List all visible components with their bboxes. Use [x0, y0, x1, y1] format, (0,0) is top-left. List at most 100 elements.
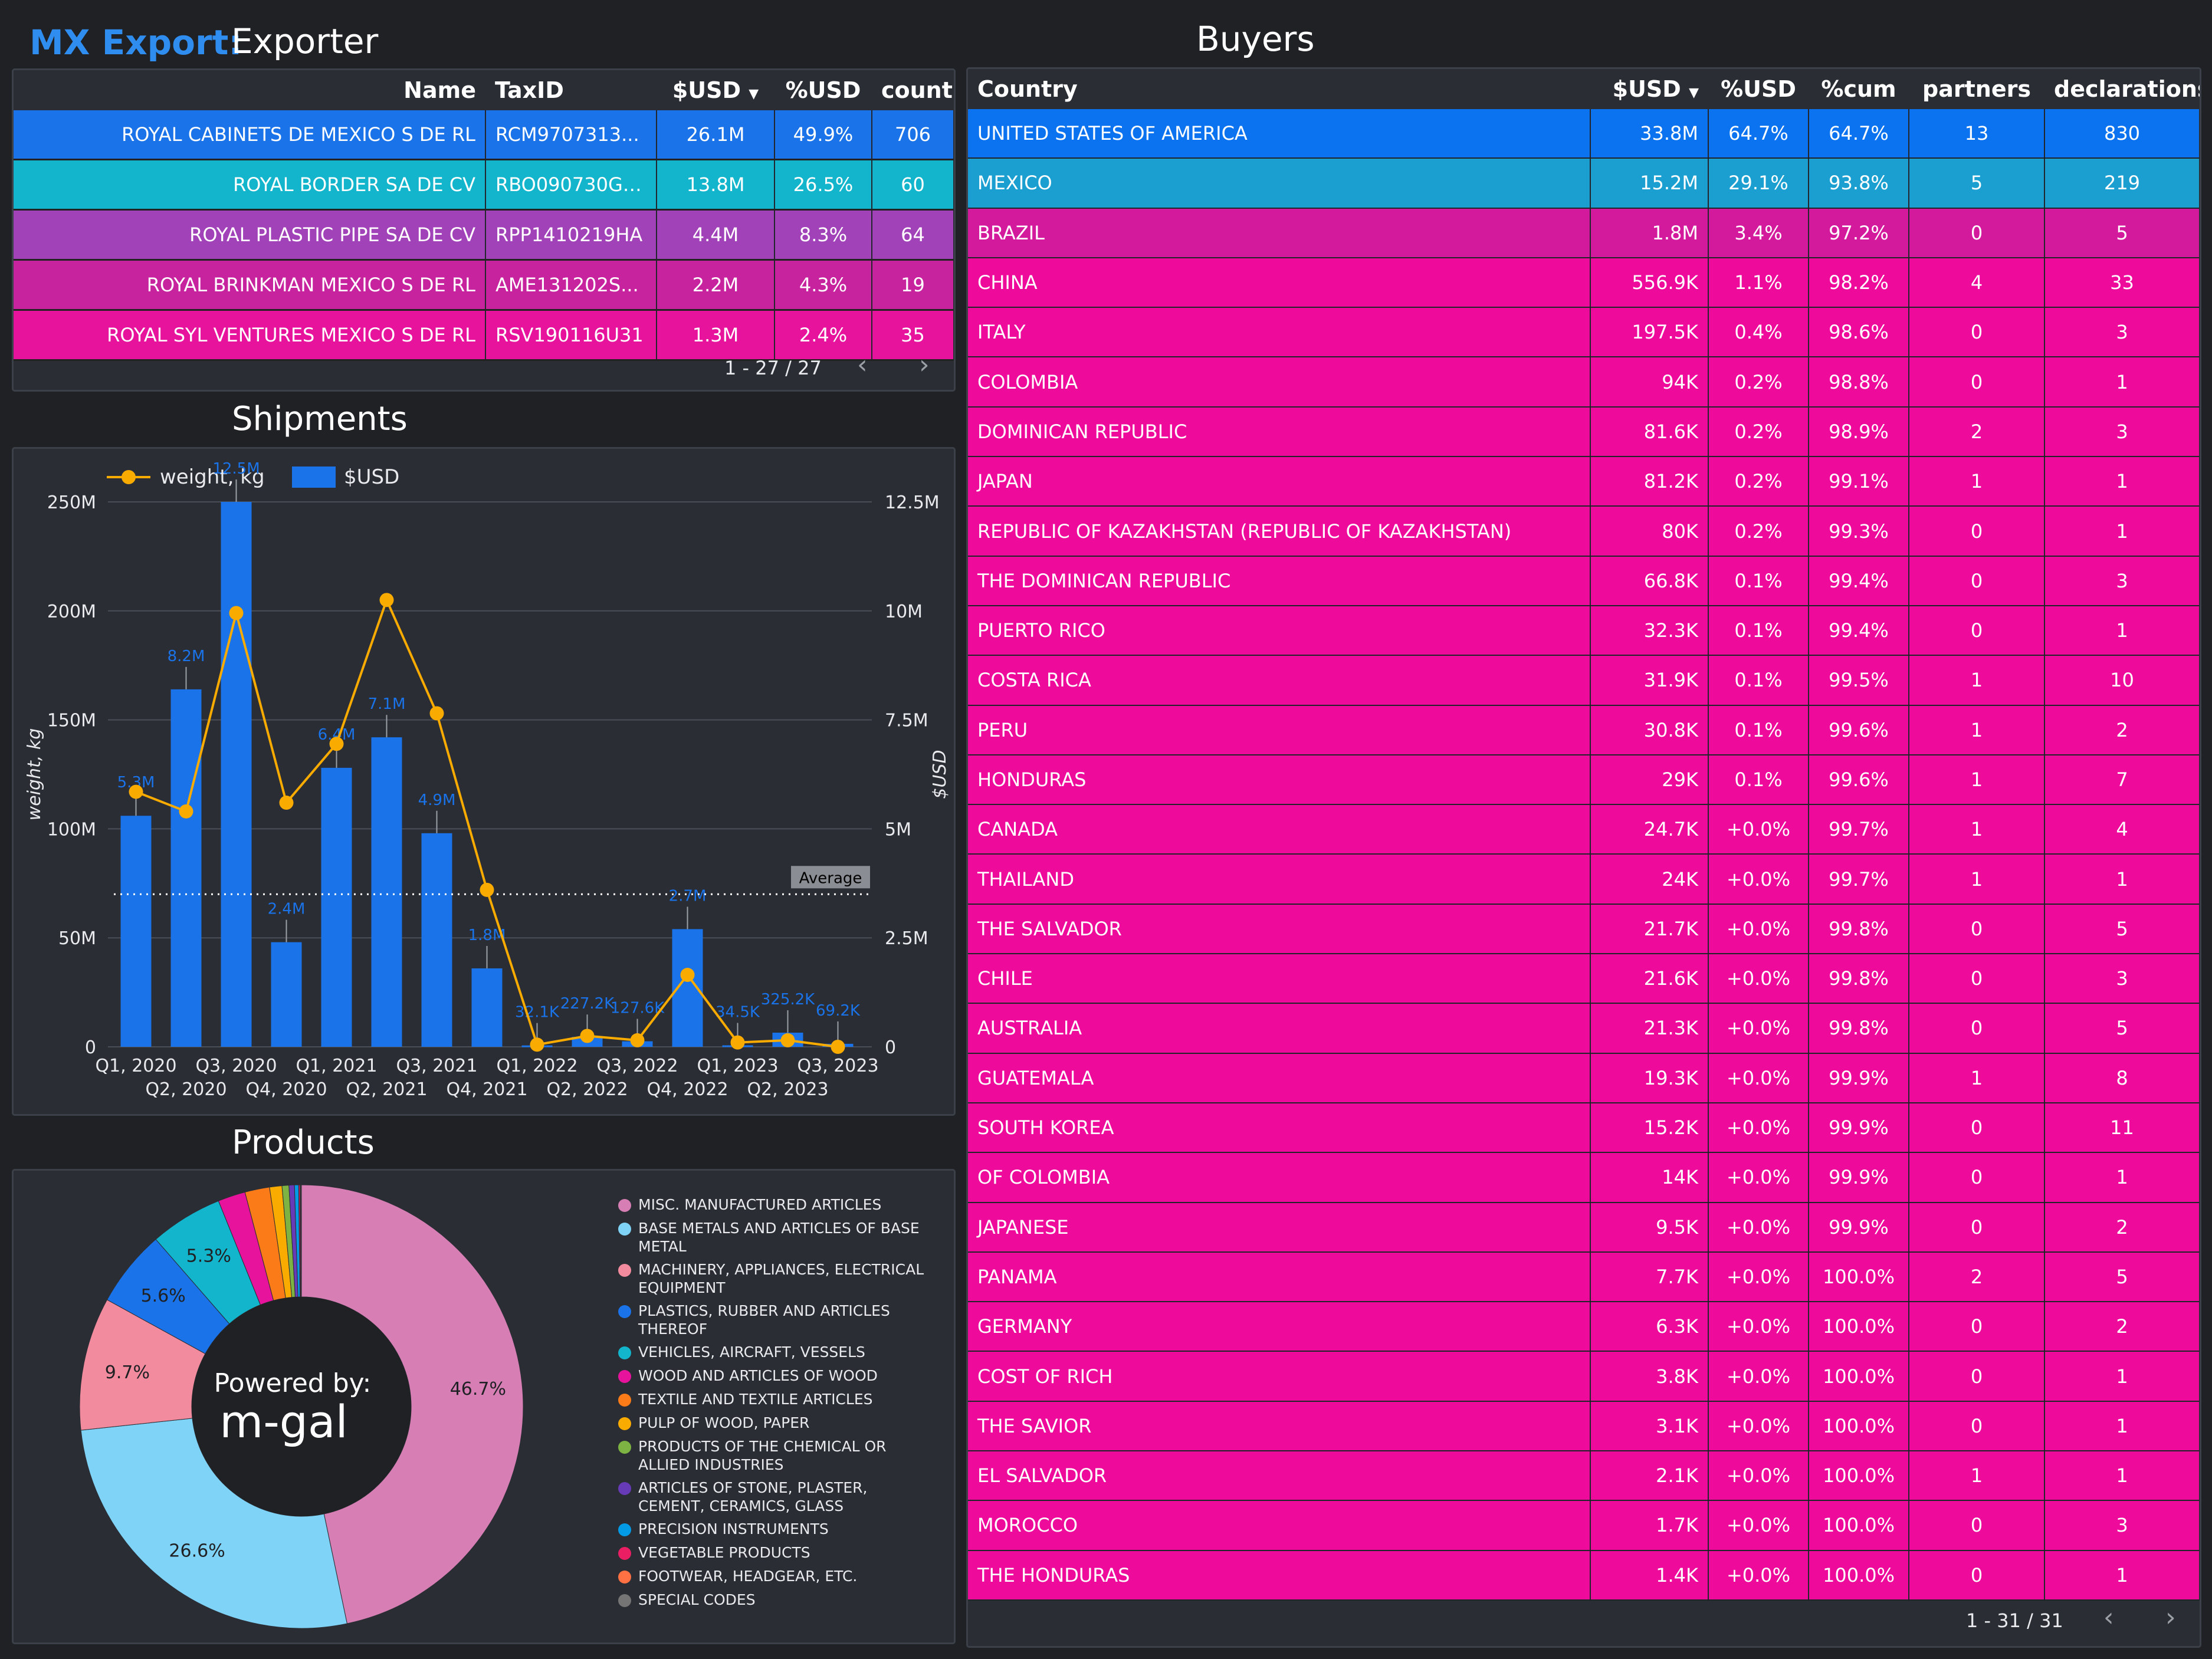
buyer-row[interactable]: OF COLOMBIA 14K +0.0% 99.9% 0 1 [968, 1152, 2200, 1203]
col-partners[interactable]: partners [1909, 69, 2044, 109]
buyer-row[interactable]: THAILAND 24K +0.0% 99.7% 1 1 [968, 854, 2200, 905]
col-buyer-usd[interactable]: $USD ▼ [1590, 69, 1708, 109]
buyer-row[interactable]: COST OF RICH 3.8K +0.0% 100.0% 0 1 [968, 1351, 2200, 1402]
buyer-declarations: 11 [2044, 1102, 2200, 1154]
col-name[interactable]: Name [14, 70, 485, 110]
buyer-partners: 1 [1909, 705, 2045, 755]
buyer-row[interactable]: ITALY 197.5K 0.4% 98.6% 0 3 [968, 307, 2200, 358]
legend-item[interactable]: VEGETABLE PRODUCTS [618, 1543, 925, 1562]
buyer-row[interactable]: COSTA RICA 31.9K 0.1% 99.5% 1 10 [968, 655, 2200, 706]
exporter-row[interactable]: ROYAL PLASTIC PIPE SA DE CV RPP1410219HA 4… [14, 209, 954, 261]
buyer-partners: 0 [1909, 1500, 2045, 1551]
buyer-row[interactable]: CANADA 24.7K +0.0% 99.7% 1 4 [968, 804, 2200, 855]
buyer-usd: 30.8K [1590, 705, 1709, 755]
legend-swatch-icon [618, 1394, 631, 1407]
buyer-country: THE DOMINICAN REPUBLIC [968, 556, 1591, 606]
buyer-row[interactable]: CHINA 556.9K 1.1% 98.2% 4 33 [968, 257, 2200, 308]
buyer-row[interactable]: MEXICO 15.2M 29.1% 93.8% 5 219 [968, 158, 2200, 209]
col-taxid[interactable]: TaxID [485, 70, 657, 110]
legend-item[interactable]: MACHINERY, APPLIANCES, ELECTRICAL EQUIPM… [618, 1260, 925, 1297]
exporter-count: 64 [872, 209, 954, 261]
buyer-row[interactable]: REPUBLIC OF KAZAKHSTAN (REPUBLIC OF KAZA… [968, 506, 2200, 557]
next-page-icon[interactable]: › [2165, 1602, 2176, 1632]
col-country[interactable]: Country [968, 69, 1590, 109]
buyer-row[interactable]: MOROCCO 1.7K +0.0% 100.0% 0 3 [968, 1500, 2200, 1551]
x-tick-label: Q2, 2021 [346, 1079, 427, 1100]
weight-point [129, 784, 143, 799]
usd-bar [421, 833, 452, 1047]
buyer-partners: 0 [1909, 506, 2045, 557]
y-tick-label: 0 [85, 1037, 96, 1058]
bar-data-label: 34.5K [716, 1003, 760, 1021]
col-declarations[interactable]: declarations [2044, 69, 2200, 109]
legend-item[interactable]: PRODUCTS OF THE CHEMICAL OR ALLIED INDUS… [618, 1437, 925, 1474]
exporter-row[interactable]: ROYAL SYL VENTURES MEXICO S DE RL RSV1901… [14, 310, 954, 361]
buyer-row[interactable]: PANAMA 7.7K +0.0% 100.0% 2 5 [968, 1251, 2200, 1303]
legend-item[interactable]: MISC. MANUFACTURED ARTICLES [618, 1195, 925, 1214]
legend-item[interactable]: BASE METALS AND ARTICLES OF BASE METAL [618, 1219, 925, 1256]
buyer-pct: 0.1% [1708, 754, 1809, 806]
prev-page-icon[interactable]: ‹ [857, 350, 868, 380]
buyer-country: OF COLOMBIA [968, 1152, 1591, 1203]
legend-label: PLASTICS, RUBBER AND ARTICLES THEREOF [638, 1302, 890, 1338]
next-page-icon[interactable]: › [919, 350, 930, 380]
buyer-pct: +0.0% [1708, 1102, 1809, 1154]
legend-item[interactable]: PRECISION INSTRUMENTS [618, 1520, 925, 1538]
legend-item[interactable]: WOOD AND ARTICLES OF WOOD [618, 1366, 925, 1385]
buyer-partners: 0 [1909, 1550, 2045, 1601]
buyer-usd: 2.1K [1590, 1451, 1709, 1502]
buyer-declarations: 2 [2044, 705, 2200, 755]
col-count[interactable]: count [872, 70, 954, 110]
buyer-country: SOUTH KOREA [968, 1102, 1591, 1154]
prev-page-icon[interactable]: ‹ [2103, 1602, 2114, 1632]
usd-bar [170, 689, 202, 1047]
buyer-row[interactable]: HONDURAS 29K 0.1% 99.6% 1 7 [968, 754, 2200, 806]
col-pct[interactable]: %USD [774, 70, 872, 110]
col-buyer-cum[interactable]: %cum [1809, 69, 1909, 109]
buyer-row[interactable]: PUERTO RICO 32.3K 0.1% 99.4% 0 1 [968, 605, 2200, 656]
buyer-country: MEXICO [968, 158, 1591, 209]
buyer-row[interactable]: JAPAN 81.2K 0.2% 99.1% 1 1 [968, 456, 2200, 507]
legend-item[interactable]: PULP OF WOOD, PAPER [618, 1414, 925, 1432]
buyer-row[interactable]: THE SAVIOR 3.1K +0.0% 100.0% 0 1 [968, 1401, 2200, 1452]
buyer-row[interactable]: PERU 30.8K 0.1% 99.6% 1 2 [968, 705, 2200, 755]
y-tick-label: 200M [47, 602, 96, 622]
legend-item[interactable]: SPECIAL CODES [618, 1591, 925, 1609]
buyer-row[interactable]: COLOMBIA 94K 0.2% 98.8% 0 1 [968, 357, 2200, 408]
usd-bar [271, 942, 302, 1047]
buyer-cum: 99.5% [1809, 655, 1909, 706]
buyer-row[interactable]: SOUTH KOREA 15.2K +0.0% 99.9% 0 11 [968, 1102, 2200, 1154]
buyer-pct: 0.4% [1708, 307, 1809, 358]
legend-item[interactable]: PLASTICS, RUBBER AND ARTICLES THEREOF [618, 1302, 925, 1338]
buyer-row[interactable]: GUATEMALA 19.3K +0.0% 99.9% 1 8 [968, 1053, 2200, 1103]
buyer-partners: 1 [1909, 456, 2045, 507]
exporter-taxid: RPP1410219HA [485, 209, 657, 261]
buyer-row[interactable]: EL SALVADOR 2.1K +0.0% 100.0% 1 1 [968, 1451, 2200, 1502]
buyer-row[interactable]: AUSTRALIA 21.3K +0.0% 99.8% 0 5 [968, 1003, 2200, 1054]
buyer-row[interactable]: THE DOMINICAN REPUBLIC 66.8K 0.1% 99.4% 0 3 [968, 556, 2200, 606]
legend-item[interactable]: ARTICLES OF STONE, PLASTER, CEMENT, CERA… [618, 1479, 925, 1515]
buyer-country: COLOMBIA [968, 357, 1591, 408]
legend-item[interactable]: FOOTWEAR, HEADGEAR, ETC. [618, 1567, 925, 1585]
bar-data-label: 7.1M [368, 695, 406, 713]
buyer-row[interactable]: DOMINICAN REPUBLIC 81.6K 0.2% 98.9% 2 3 [968, 406, 2200, 458]
buyer-row[interactable]: THE HONDURAS 1.4K +0.0% 100.0% 0 1 [968, 1550, 2200, 1601]
buyer-row[interactable]: UNITED STATES OF AMERICA 33.8M 64.7% 64.7% 1… [968, 109, 2200, 159]
usd-bar [471, 968, 503, 1047]
legend-swatch-icon [618, 1523, 631, 1536]
exporter-row[interactable]: ROYAL BORDER SA DE CV RBO090730GC8 13.8M 26… [14, 159, 954, 211]
buyer-row[interactable]: BRAZIL 1.8M 3.4% 97.2% 0 5 [968, 208, 2200, 258]
pie-slice-label: 5.3% [186, 1246, 231, 1266]
col-usd[interactable]: $USD ▼ [657, 70, 774, 110]
buyer-declarations: 1 [2044, 605, 2200, 656]
exporter-row[interactable]: ROYAL CABINETS DE MEXICO S DE RL RCM97073… [14, 110, 954, 160]
col-buyer-pct[interactable]: %USD [1708, 69, 1809, 109]
buyer-row[interactable]: CHILE 21.6K +0.0% 99.8% 0 3 [968, 954, 2200, 1004]
legend-item[interactable]: TEXTILE AND TEXTILE ARTICLES [618, 1390, 925, 1408]
y2-tick-label: 7.5M [885, 711, 928, 731]
exporter-row[interactable]: ROYAL BRINKMAN MEXICO S DE RL AME131202S.… [14, 259, 954, 311]
buyer-row[interactable]: JAPANESE 9.5K +0.0% 99.9% 0 2 [968, 1202, 2200, 1253]
legend-item[interactable]: VEHICLES, AIRCRAFT, VESSELS [618, 1343, 925, 1361]
buyer-row[interactable]: GERMANY 6.3K +0.0% 100.0% 0 2 [968, 1302, 2200, 1352]
buyer-row[interactable]: THE SALVADOR 21.7K +0.0% 99.8% 0 5 [968, 904, 2200, 955]
